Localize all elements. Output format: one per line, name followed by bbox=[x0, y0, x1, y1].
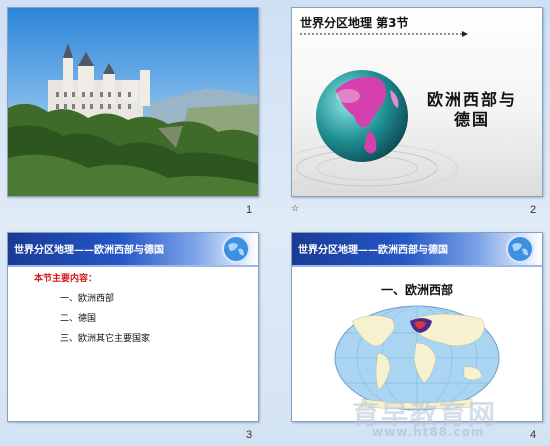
slide-2-main-title-line2: 德国 bbox=[453, 110, 490, 129]
slide-number-3: 3 bbox=[246, 429, 253, 441]
notes-icon[interactable]: ☆ bbox=[291, 204, 299, 214]
slide-2-main-title-line1: 欧洲西部与 bbox=[426, 90, 517, 109]
slide-4-header-text: 世界分区地理——欧洲西部与德国 bbox=[298, 245, 448, 256]
content-item-3: 三、欧洲其它主要国家 bbox=[60, 334, 151, 344]
slide-thumbnail-1[interactable] bbox=[7, 7, 259, 197]
header-globe-icon bbox=[222, 235, 250, 263]
header-divider bbox=[292, 265, 542, 267]
slide-3-header-bar: 世界分区地理——欧洲西部与德国 bbox=[8, 233, 258, 265]
content-item-1: 一、欧洲西部 bbox=[60, 294, 115, 304]
content-item-2: 二、德国 bbox=[60, 314, 97, 324]
slide-number-1: 1 bbox=[246, 204, 253, 216]
header-globe-icon bbox=[506, 235, 534, 263]
slide-thumbnail-3[interactable]: 世界分区地理——欧洲西部与德国 本节主要内容： 一、欧洲西部 二、德国 三、欧洲… bbox=[7, 232, 259, 422]
content-intro: 本节主要内容： bbox=[34, 274, 98, 284]
slide-3-header-text: 世界分区地理——欧洲西部与德国 bbox=[14, 245, 164, 256]
watermark-url: www.ht88.com bbox=[372, 425, 485, 439]
slide-4-header-bar: 世界分区地理——欧洲西部与德国 bbox=[292, 233, 542, 265]
slide-4-subtitle: 一、欧洲西部 bbox=[380, 283, 453, 297]
slide-number-2: 2 bbox=[530, 204, 537, 216]
header-divider bbox=[8, 265, 258, 267]
slide-2-main-title: 欧洲西部与 德国 bbox=[412, 90, 532, 130]
castle-photo bbox=[8, 8, 258, 196]
slide-number-4: 4 bbox=[530, 429, 537, 441]
slide-thumbnail-2[interactable]: 世界分区地理 第3节 欧洲西部与 德国 bbox=[291, 7, 543, 197]
